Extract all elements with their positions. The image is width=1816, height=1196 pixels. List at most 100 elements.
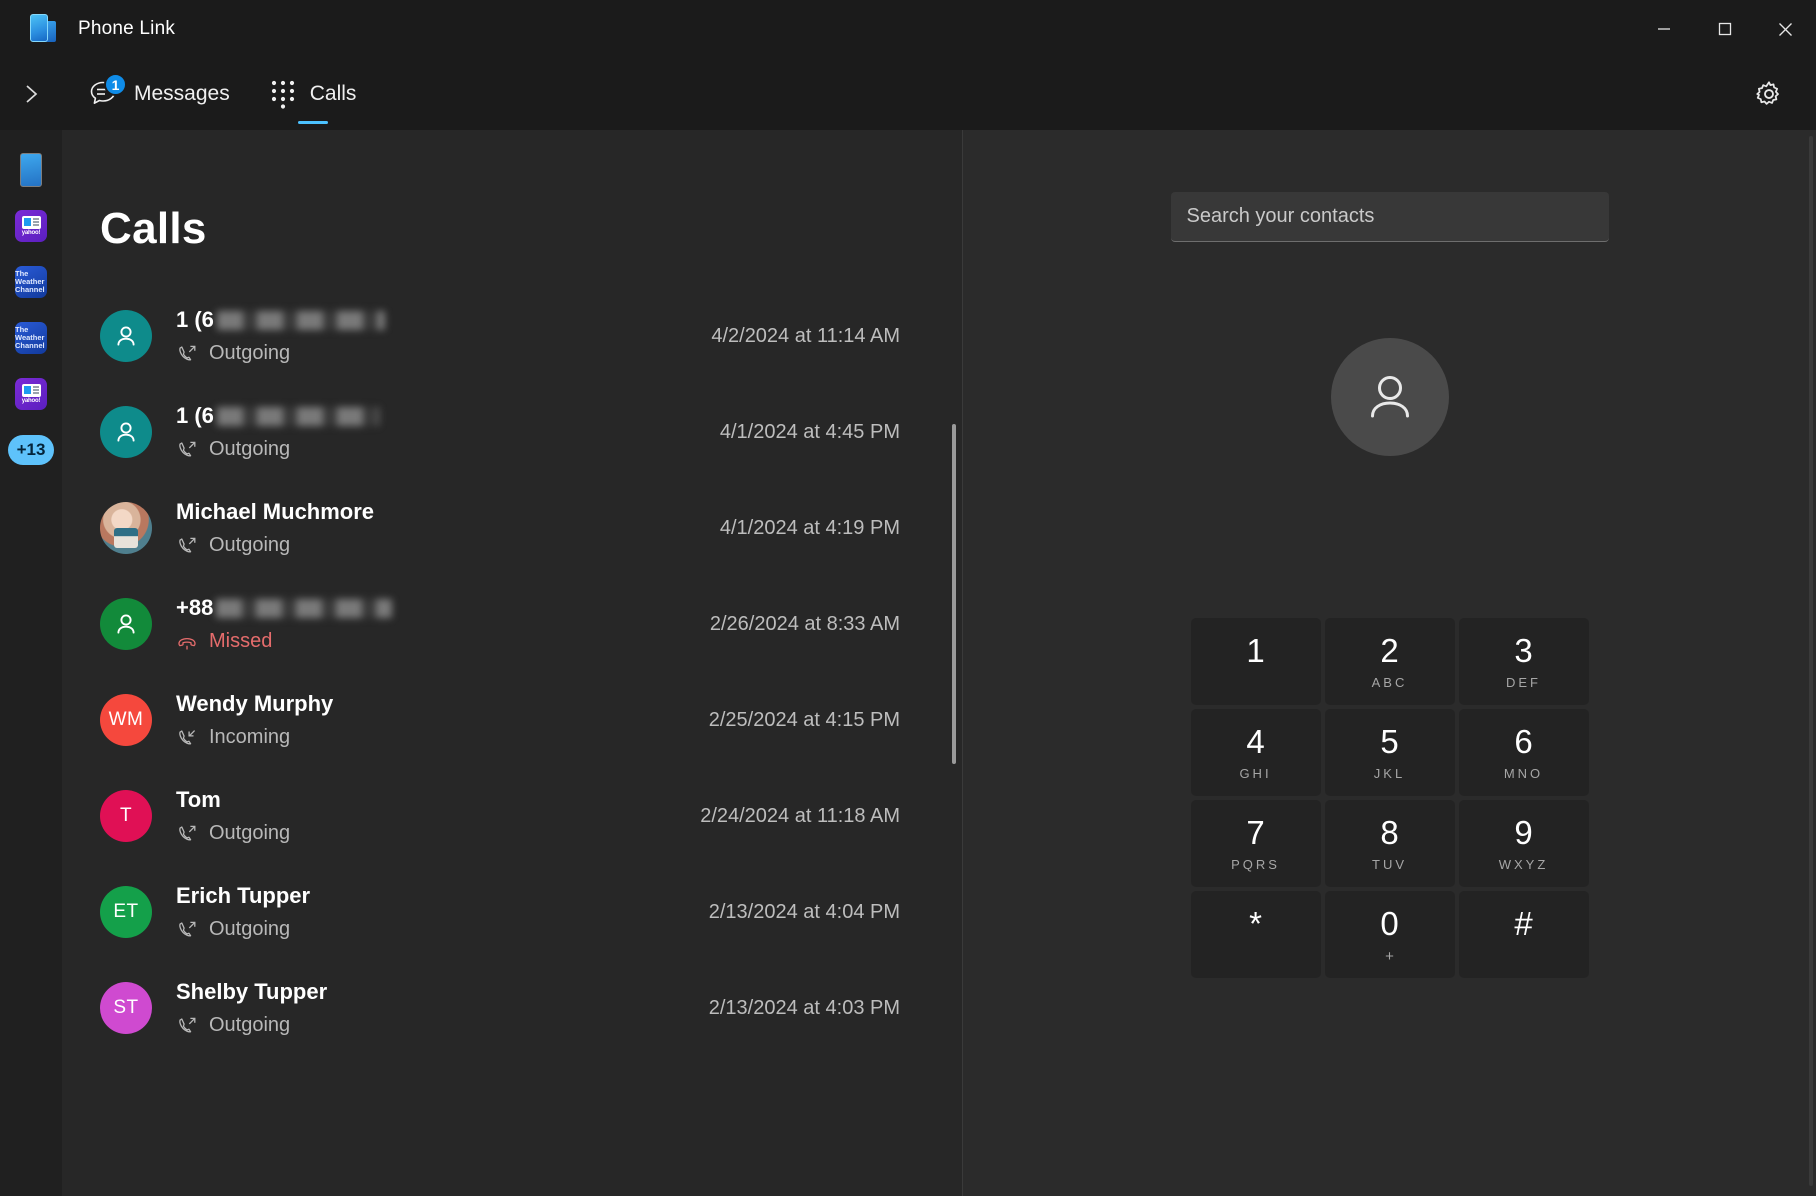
call-contact-name: Tom <box>176 787 682 813</box>
call-item-texts: +88 Missed <box>176 595 692 653</box>
call-contact-name-text: +88 <box>176 595 214 620</box>
page-title: Calls <box>100 204 207 253</box>
dialpad-key-9[interactable]: 9 WXYZ <box>1458 800 1589 887</box>
dialpad-key-star[interactable]: * <box>1190 891 1321 978</box>
dialpad-key-2[interactable]: 2 ABC <box>1324 618 1455 705</box>
avatar-initials: WM <box>108 709 144 730</box>
phone-link-app-icon <box>22 12 56 46</box>
call-list-item[interactable]: WM Wendy Murphy Incoming 2/25/2024 at 4:15… <box>62 672 962 768</box>
dialpad-key-7[interactable]: 7 PQRS <box>1190 800 1321 887</box>
minimize-button[interactable] <box>1633 0 1694 58</box>
redacted-phone-number <box>216 598 393 618</box>
dialpad-key-8[interactable]: 8 TUV <box>1324 800 1455 887</box>
rail-item-label: The Weather Channel <box>15 325 45 350</box>
call-history-list: 1 (6 Outgoing 4/2/2024 at 11:14 AM 1 (6 O… <box>62 288 962 1056</box>
dialpad-key-letters: JKL <box>1373 766 1406 781</box>
dialpad-key-letters: TUV <box>1372 857 1407 872</box>
avatar <box>100 406 152 458</box>
settings-button[interactable] <box>1746 71 1792 117</box>
avatar <box>100 310 152 362</box>
call-direction-label: Incoming <box>209 726 291 748</box>
dialpad-key-digit: 4 <box>1246 723 1265 760</box>
dialpad-key-hash[interactable]: # <box>1458 891 1589 978</box>
call-list-item[interactable]: ST Shelby Tupper Outgoing 2/13/2024 at 4:0… <box>62 960 962 1056</box>
dialpad-key-5[interactable]: 5 JKL <box>1324 709 1455 796</box>
call-contact-name-text: Erich Tupper <box>176 883 311 908</box>
dialpad-key-digit: 5 <box>1380 723 1399 760</box>
call-list-item[interactable]: 1 (6 Outgoing 4/1/2024 at 4:45 PM <box>62 384 962 480</box>
call-timestamp: 4/1/2024 at 4:45 PM <box>719 420 900 443</box>
call-contact-name-text: 1 (6 <box>176 307 214 332</box>
call-timestamp: 2/25/2024 at 4:15 PM <box>708 708 900 731</box>
dialpad-key-3[interactable]: 3 DEF <box>1458 618 1589 705</box>
page-scrollbar[interactable] <box>1809 136 1813 1186</box>
redacted-phone-number <box>216 310 385 330</box>
call-list-item[interactable]: +88 Missed 2/26/2024 at 8:33 AM <box>62 576 962 672</box>
avatar: ET <box>100 886 152 938</box>
dialpad-key-digit: 6 <box>1514 723 1533 760</box>
call-timestamp: 2/26/2024 at 8:33 AM <box>709 612 900 635</box>
call-contact-name-text: Wendy Murphy <box>176 691 334 716</box>
call-list-item[interactable]: T Tom Outgoing 2/24/2024 at 11:18 AM <box>62 768 962 864</box>
maximize-button[interactable] <box>1694 0 1755 58</box>
dialpad-key-digit: 7 <box>1246 814 1265 851</box>
window-controls <box>1633 0 1816 58</box>
rail-item-phone-screen[interactable] <box>0 142 62 198</box>
dialpad-key-letters: WXYZ <box>1498 857 1549 872</box>
call-direction-label: Missed <box>209 630 273 652</box>
close-button[interactable] <box>1755 0 1816 58</box>
rail-item-yahoo[interactable]: yahoo! <box>0 198 62 254</box>
call-direction-label: Outgoing <box>209 918 291 940</box>
avatar <box>100 598 152 650</box>
dialpad-key-4[interactable]: 4 GHI <box>1190 709 1321 796</box>
call-contact-name: Wendy Murphy <box>176 691 691 717</box>
dialpad-key-digit: # <box>1514 905 1533 942</box>
app-rail: yahoo! The Weather Channel The Weather C… <box>0 130 62 1196</box>
avatar <box>100 502 152 554</box>
call-direction: Outgoing <box>176 1014 691 1037</box>
call-direction-label: Outgoing <box>209 534 291 556</box>
weather-channel-icon: The Weather Channel <box>15 266 47 298</box>
call-timestamp: 2/13/2024 at 4:04 PM <box>708 900 900 923</box>
messages-unread-badge: 1 <box>104 73 127 96</box>
call-item-texts: 1 (6 Outgoing <box>176 307 693 365</box>
call-contact-name: +88 <box>176 595 692 621</box>
dialpad-key-letters: DEF <box>1506 675 1541 690</box>
rail-more-apps-button[interactable]: +13 <box>0 422 62 478</box>
outgoing-call-icon <box>176 535 198 557</box>
rail-item-yahoo-2[interactable]: yahoo! <box>0 366 62 422</box>
call-list-item[interactable]: 1 (6 Outgoing 4/2/2024 at 11:14 AM <box>62 288 962 384</box>
tab-calls[interactable]: Calls <box>254 58 373 130</box>
call-list-scrollbar[interactable] <box>952 424 956 764</box>
dialpad-key-6[interactable]: 6 MNO <box>1458 709 1589 796</box>
expand-sidebar-button[interactable] <box>0 58 62 130</box>
phone-screen-icon <box>20 153 42 187</box>
incoming-call-icon <box>176 727 198 749</box>
dialpad-key-1[interactable]: 1 <box>1190 618 1321 705</box>
call-direction: Outgoing <box>176 534 702 557</box>
person-icon <box>1370 376 1409 418</box>
missed-call-icon <box>176 631 198 653</box>
tab-messages[interactable]: 1 Messages <box>70 58 246 130</box>
call-direction-label: Outgoing <box>209 438 291 460</box>
contact-avatar-placeholder <box>1330 338 1449 456</box>
avatar-initials: T <box>119 805 133 826</box>
call-list-item[interactable]: ET Erich Tupper Outgoing 2/13/2024 at 4:04… <box>62 864 962 960</box>
call-direction: Outgoing <box>176 438 702 461</box>
call-direction: Outgoing <box>176 822 682 845</box>
call-contact-name-text: Shelby Tupper <box>176 979 328 1004</box>
dialpad-key-digit: * <box>1249 905 1262 942</box>
rail-item-weather-channel-2[interactable]: The Weather Channel <box>0 310 62 366</box>
chevron-right-icon <box>26 85 38 103</box>
call-list-item[interactable]: Michael Muchmore Outgoing 4/1/2024 at 4:1… <box>62 480 962 576</box>
outgoing-call-icon <box>176 343 198 365</box>
dialpad-key-0[interactable]: 0 + <box>1324 891 1455 978</box>
dialpad-key-letters: GHI <box>1239 766 1272 781</box>
rail-item-label: yahoo! <box>21 229 41 236</box>
search-input[interactable] <box>1170 192 1609 242</box>
rail-item-label: yahoo! <box>21 397 41 404</box>
tab-messages-label: Messages <box>134 82 230 105</box>
dialpad-key-digit: 0 <box>1380 905 1399 942</box>
dialpad: 1 2 ABC 3 DEF 4 GHI 5 JKL 6 MNO 7 PQRS 8 TUV 9 WXYZ * 0 + # <box>1190 618 1589 978</box>
rail-item-weather-channel[interactable]: The Weather Channel <box>0 254 62 310</box>
